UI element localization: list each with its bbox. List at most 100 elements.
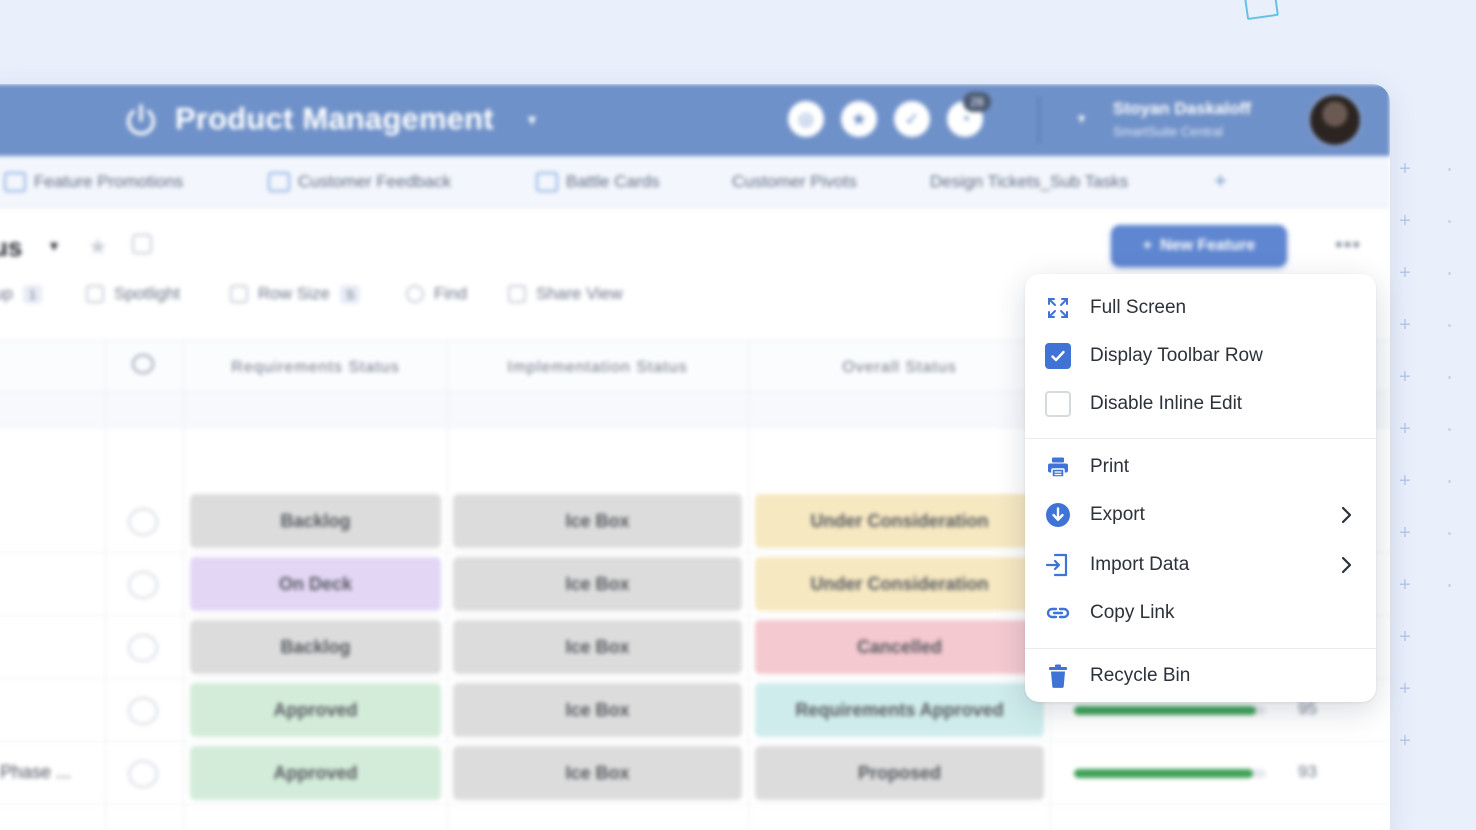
tab-label: Battle Cards	[566, 172, 660, 191]
implementation-status-cell[interactable]: Ice Box	[453, 620, 742, 674]
menu-item-recycle-bin[interactable]: Recycle Bin	[1025, 654, 1376, 698]
row-size-button[interactable]: Row Size S	[230, 284, 361, 304]
view-title[interactable]: us	[0, 232, 22, 263]
menu-item-label: Full Screen	[1090, 297, 1187, 318]
comment-icon	[132, 354, 154, 374]
user-name[interactable]: Stoyan Daskaloff	[1113, 99, 1251, 119]
progress-value: 95	[1298, 699, 1317, 718]
power-icon[interactable]	[122, 102, 160, 140]
menu-item-copy-link[interactable]: Copy Link	[1025, 591, 1376, 635]
app-title[interactable]: Product Management	[175, 101, 494, 137]
new-feature-label: New Feature	[1160, 237, 1256, 254]
column-header-implementation[interactable]: Implementation Status	[453, 359, 742, 377]
lock-icon[interactable]	[132, 234, 152, 254]
group-button[interactable]: up 1	[0, 284, 43, 304]
tab-label: Design Tickets_Sub Tasks	[930, 172, 1129, 191]
row-size-icon	[230, 285, 248, 303]
comment-icon[interactable]	[128, 697, 158, 725]
column-header-overall[interactable]: Overall Status	[755, 359, 1044, 377]
trash-icon	[1045, 663, 1071, 689]
menu-divider	[1025, 438, 1376, 439]
chevron-right-icon	[1341, 556, 1352, 574]
user-chevron-down-icon[interactable]: ▾	[1078, 110, 1085, 127]
find-button[interactable]: Find	[406, 284, 467, 304]
tab-battle-cards[interactable]: Battle Cards	[536, 172, 660, 192]
group-label: up	[0, 284, 13, 303]
progress-bar	[1074, 706, 1266, 715]
new-feature-button[interactable]: + New Feature	[1111, 225, 1287, 267]
requirements-status-cell[interactable]: Approved	[190, 746, 441, 800]
share-icon	[508, 285, 526, 303]
overall-status-cell[interactable]: Proposed	[755, 746, 1044, 800]
overall-status-cell[interactable]: Under Consideration	[755, 557, 1044, 611]
tab-customer-feedback[interactable]: Customer Feedback	[268, 172, 451, 192]
requirements-status-cell[interactable]: On Deck	[190, 557, 441, 611]
favorite-star-icon[interactable]: ★	[88, 234, 108, 260]
overall-status-cell[interactable]: Requirements Approved	[755, 683, 1044, 737]
implementation-status-cell[interactable]: Ice Box	[453, 494, 742, 548]
share-view-label: Share View	[536, 284, 623, 303]
star-icon[interactable]: ★	[841, 101, 877, 137]
overall-status-cell[interactable]: Cancelled	[755, 620, 1044, 674]
disable-inline-edit-checkbox[interactable]	[1045, 391, 1071, 417]
menu-item-label: Import Data	[1090, 554, 1190, 575]
tab-label: Customer Pivots	[732, 172, 857, 191]
tab-customer-pivots[interactable]: Customer Pivots	[732, 172, 857, 192]
spotlight-button[interactable]: Spotlight	[86, 284, 180, 304]
check-icon[interactable]: ✓	[894, 101, 930, 137]
row-size-value: S	[339, 284, 361, 304]
checkbox-checked-icon	[1045, 343, 1071, 369]
more-options-icon[interactable]: •••	[1335, 232, 1361, 258]
comment-icon[interactable]	[128, 634, 158, 662]
menu-item-label: Display Toolbar Row	[1090, 345, 1263, 366]
header-divider	[1038, 96, 1040, 144]
printer-icon	[1045, 454, 1071, 480]
menu-item-label: Print	[1090, 456, 1130, 477]
chart-icon	[4, 172, 26, 192]
requirements-status-cell[interactable]: Backlog	[190, 620, 441, 674]
comment-icon[interactable]	[128, 760, 158, 788]
implementation-status-cell[interactable]: Ice Box	[453, 683, 742, 737]
menu-item-full-screen[interactable]: Full Screen	[1025, 286, 1376, 330]
import-icon	[1045, 552, 1071, 578]
checkbox-unchecked-icon	[1045, 391, 1071, 417]
implementation-status-cell[interactable]: Ice Box	[453, 746, 742, 800]
menu-item-label: Disable Inline Edit	[1090, 393, 1243, 414]
display-toolbar-checkbox[interactable]	[1045, 343, 1071, 369]
title-chevron-down-icon[interactable]: ▾	[528, 110, 536, 130]
tab-bar: Feature Promotions Customer Feedback Bat…	[0, 156, 1390, 208]
add-tab-icon[interactable]: +	[1214, 168, 1227, 194]
menu-item-print[interactable]: Print	[1025, 445, 1376, 489]
comment-icon[interactable]	[128, 571, 158, 599]
menu-item-display-toolbar-row[interactable]: Display Toolbar Row	[1025, 334, 1376, 378]
group-count: 1	[22, 284, 43, 304]
search-icon	[406, 285, 424, 303]
menu-item-disable-inline-edit[interactable]: Disable Inline Edit	[1025, 382, 1376, 426]
menu-item-import-data[interactable]: Import Data	[1025, 543, 1376, 587]
globe-icon[interactable]: ◎	[788, 101, 824, 137]
row-name[interactable]: Phase ...	[0, 762, 71, 783]
view-chevron-down-icon[interactable]: ▾	[50, 236, 58, 256]
progress-fill	[1074, 769, 1253, 778]
tab-design-tickets[interactable]: Design Tickets_Sub Tasks	[930, 172, 1128, 192]
plus-icon: +	[1142, 237, 1153, 254]
table-row[interactable]: Phase ... Approved Ice Box Proposed 93	[0, 742, 1390, 805]
avatar[interactable]	[1308, 93, 1362, 147]
menu-item-label: Recycle Bin	[1090, 665, 1191, 686]
user-org: SmartSuite Central	[1113, 124, 1223, 139]
row-size-label: Row Size	[258, 284, 330, 303]
overall-status-cell[interactable]: Under Consideration	[755, 494, 1044, 548]
requirements-status-cell[interactable]: Backlog	[190, 494, 441, 548]
comment-icon[interactable]	[128, 508, 158, 536]
tab-feature-promotions[interactable]: Feature Promotions	[4, 172, 183, 192]
column-header-requirements[interactable]: Requirements Status	[190, 359, 441, 377]
notification-badge: 28	[963, 92, 991, 112]
implementation-status-cell[interactable]: Ice Box	[453, 557, 742, 611]
share-view-button[interactable]: Share View	[508, 284, 623, 304]
link-icon	[1045, 600, 1071, 626]
progress-bar	[1074, 769, 1266, 778]
menu-item-export[interactable]: Export	[1025, 493, 1376, 537]
requirements-status-cell[interactable]: Approved	[190, 683, 441, 737]
progress-value: 93	[1298, 762, 1317, 781]
find-label: Find	[434, 284, 468, 303]
